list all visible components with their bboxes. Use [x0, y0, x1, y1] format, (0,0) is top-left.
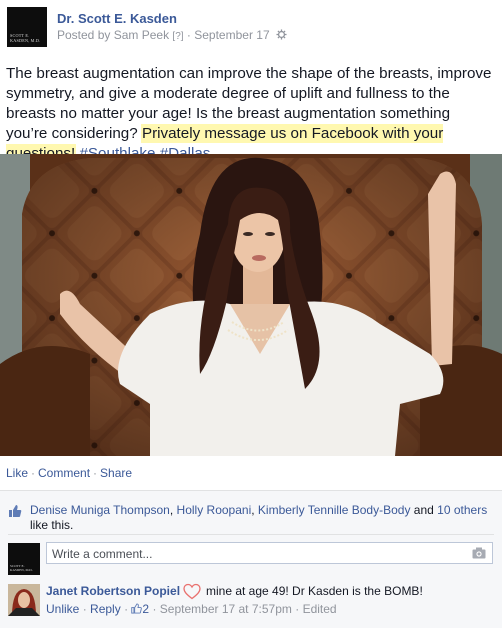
comment-edited[interactable]: Edited [303, 602, 337, 616]
page-logo: SCOTT E. KASDEN, M.D. [10, 33, 41, 43]
liker-3[interactable]: Kimberly Tennille Body-Body [258, 503, 411, 517]
heart-icon [183, 583, 201, 600]
liker-2[interactable]: Holly Roopani [177, 503, 252, 517]
likes-suffix: like this. [30, 518, 74, 532]
liker-1[interactable]: Denise Muniga Thompson [30, 503, 170, 517]
posted-by-name[interactable]: Sam Peek [114, 28, 169, 42]
comment-author[interactable]: Janet Robertson Popiel [46, 584, 180, 598]
comment-button[interactable]: Comment [38, 466, 90, 480]
posted-by-prefix: Posted by [57, 28, 111, 42]
audience-icon[interactable] [276, 29, 287, 40]
comment-reply-button[interactable]: Reply [90, 602, 121, 616]
share-button[interactable]: Share [100, 466, 132, 480]
comment-author-avatar[interactable] [8, 584, 40, 616]
comment-text: mine at age 49! Dr Kasden is the BOMB! [206, 584, 423, 598]
post-actions: Like · Comment · Share [6, 466, 132, 480]
post-author[interactable]: Dr. Scott E. Kasden [57, 11, 177, 26]
meta-separator: · [295, 602, 300, 616]
post-date[interactable]: September 17 [194, 28, 269, 42]
comment-placeholder: Write a comment... [52, 547, 153, 561]
post-photo[interactable] [0, 154, 502, 456]
avatar-photo [8, 584, 40, 616]
commenter-avatar: SCOTT E. KASDEN, M.D. [8, 543, 40, 575]
meta-separator: · [152, 602, 157, 616]
likes-sentence: Denise Muniga Thompson, Holly Roopani, K… [8, 503, 496, 533]
help-link[interactable]: [?] [172, 31, 183, 42]
post-meta: Posted by Sam Peek [?] · September 17 [57, 28, 287, 42]
post-header: SCOTT E. KASDEN, M.D. Dr. Scott E. Kasden… [0, 0, 502, 56]
action-separator: · [31, 466, 36, 480]
likes-others-link[interactable]: 10 others [437, 503, 487, 517]
post-text: The breast augmentation can improve the … [6, 64, 494, 164]
comment-timestamp[interactable]: September 17 at 7:57pm [160, 602, 292, 616]
photo-illustration [0, 154, 502, 456]
comment-unlike-button[interactable]: Unlike [46, 602, 79, 616]
thumbs-up-icon [9, 505, 22, 517]
thumbs-up-icon [131, 603, 143, 614]
comment-input[interactable]: Write a comment... [46, 542, 493, 564]
page-avatar[interactable]: SCOTT E. KASDEN, M.D. [7, 7, 47, 47]
divider [8, 534, 494, 535]
meta-separator: · [186, 28, 191, 42]
likes-and: and [413, 503, 434, 517]
comment-like-count[interactable]: 2 [142, 602, 149, 616]
commenter-logo: SCOTT E. KASDEN, M.D. [10, 564, 33, 572]
like-button[interactable]: Like [6, 466, 28, 480]
action-separator: · [93, 466, 98, 480]
likes-text: Denise Muniga Thompson, Holly Roopani, K… [30, 503, 488, 532]
comment-meta: Unlike · Reply · 2 · September 17 at 7:5… [46, 602, 337, 616]
meta-separator: · [124, 602, 129, 616]
camera-icon[interactable] [472, 547, 486, 559]
meta-separator: · [82, 602, 87, 616]
